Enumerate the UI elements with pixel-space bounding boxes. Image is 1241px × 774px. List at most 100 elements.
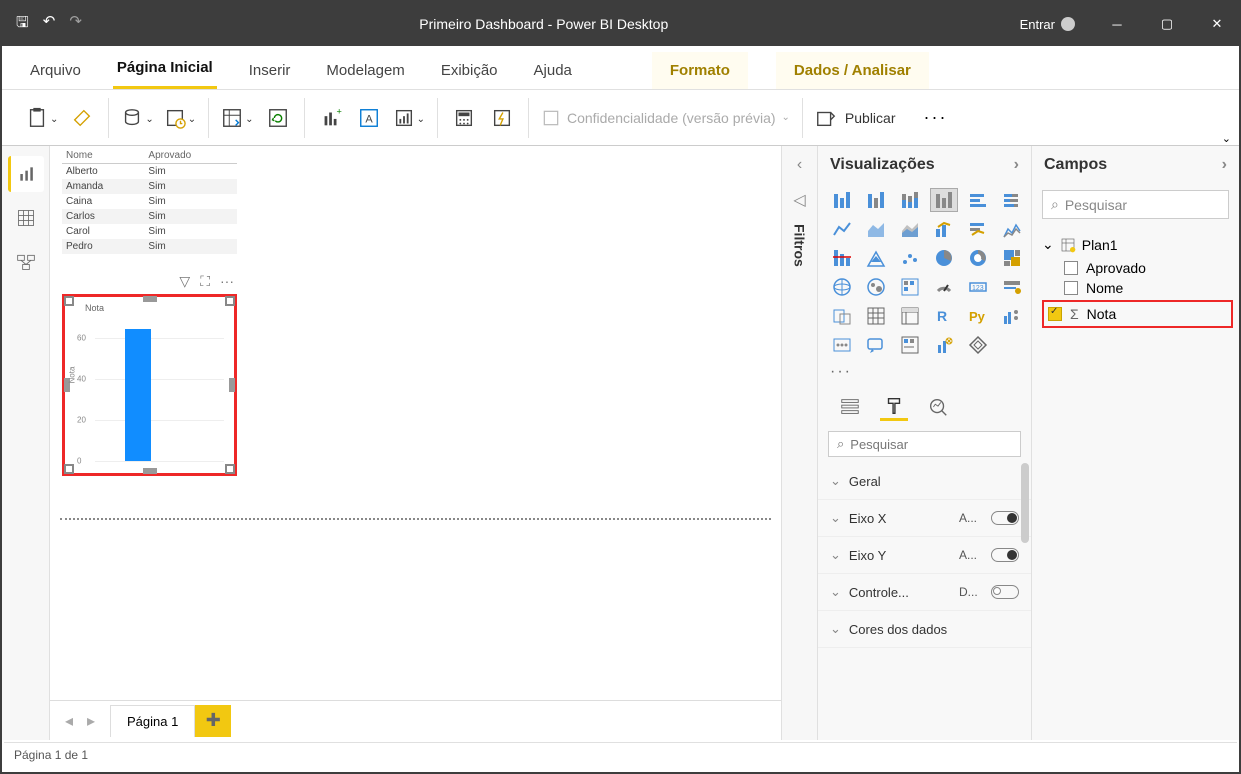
more-options-icon[interactable]: ··· bbox=[220, 273, 234, 290]
tab-ajuda[interactable]: Ajuda bbox=[530, 52, 576, 89]
report-view-button[interactable] bbox=[8, 156, 44, 192]
table-row[interactable]: PedroSim bbox=[62, 239, 237, 254]
viz-type-27[interactable]: R bbox=[930, 304, 958, 328]
format-group-eixo-y[interactable]: ⌄Eixo YA... bbox=[818, 537, 1031, 574]
viz-type-21[interactable] bbox=[930, 275, 958, 299]
fields-search-input[interactable]: ⌕ Pesquisar bbox=[1042, 190, 1229, 219]
viz-type-11[interactable] bbox=[998, 217, 1026, 241]
redo-icon[interactable]: ↷ bbox=[69, 12, 82, 37]
chart-bar[interactable] bbox=[125, 329, 151, 461]
new-measure-button[interactable] bbox=[450, 100, 478, 136]
page-prev-button[interactable]: ◂ bbox=[58, 711, 80, 731]
field-nota[interactable]: ΣNota bbox=[1042, 300, 1233, 328]
field-nome[interactable]: Nome bbox=[1042, 280, 1229, 296]
table-row[interactable]: CarlosSim bbox=[62, 209, 237, 224]
table-row[interactable]: AlbertoSim bbox=[62, 164, 237, 180]
text-box-button[interactable]: A bbox=[355, 100, 383, 136]
undo-icon[interactable]: ↶ bbox=[43, 12, 56, 37]
tab-formato[interactable]: Formato bbox=[652, 52, 748, 89]
tab-inserir[interactable]: Inserir bbox=[245, 52, 295, 89]
viz-type-4[interactable] bbox=[964, 188, 992, 212]
quick-measure-button[interactable] bbox=[488, 100, 516, 136]
filter-icon[interactable]: ▽ bbox=[179, 273, 190, 290]
viz-type-10[interactable] bbox=[964, 217, 992, 241]
viz-type-1[interactable] bbox=[862, 188, 890, 212]
table-visual[interactable]: Nome Aprovado AlbertoSimAmandaSimCainaSi… bbox=[62, 148, 237, 254]
format-group-geral[interactable]: ⌄Geral bbox=[818, 463, 1031, 500]
viz-type-7[interactable] bbox=[862, 217, 890, 241]
viz-type-26[interactable] bbox=[896, 304, 924, 328]
analytics-tab[interactable] bbox=[924, 393, 952, 421]
viz-type-28[interactable]: Py bbox=[964, 304, 992, 328]
focus-mode-icon[interactable]: ⛶ bbox=[200, 273, 210, 290]
viz-type-17[interactable] bbox=[998, 246, 1026, 270]
viz-type-5[interactable] bbox=[998, 188, 1026, 212]
viz-type-33[interactable] bbox=[930, 333, 958, 357]
format-group-eixo-x[interactable]: ⌄Eixo XA... bbox=[818, 500, 1031, 537]
save-icon[interactable]: 🖫 bbox=[16, 12, 29, 37]
toolbar-expand-button[interactable]: ⌄ bbox=[1222, 132, 1231, 145]
toggle[interactable] bbox=[991, 548, 1019, 562]
viz-type-2[interactable] bbox=[896, 188, 924, 212]
viz-type-29[interactable] bbox=[998, 304, 1026, 328]
scrollbar[interactable] bbox=[1021, 463, 1029, 740]
viz-type-3[interactable] bbox=[930, 188, 958, 212]
checkbox[interactable] bbox=[1064, 261, 1078, 275]
viz-type-31[interactable] bbox=[862, 333, 890, 357]
model-view-button[interactable] bbox=[8, 244, 44, 280]
minimize-button[interactable]: ─ bbox=[1095, 2, 1139, 46]
paste-button[interactable] bbox=[26, 100, 58, 136]
report-canvas[interactable]: Nome Aprovado AlbertoSimAmandaSimCainaSi… bbox=[50, 146, 781, 740]
table-row[interactable]: CarolSim bbox=[62, 224, 237, 239]
format-group-controle-[interactable]: ⌄Controle...D... bbox=[818, 574, 1031, 611]
refresh-button[interactable] bbox=[264, 100, 292, 136]
toolbar-overflow-button[interactable]: ··· bbox=[908, 107, 964, 128]
viz-type-0[interactable] bbox=[828, 188, 856, 212]
viz-type-19[interactable] bbox=[862, 275, 890, 299]
page-next-button[interactable]: ▸ bbox=[80, 711, 102, 731]
viz-type-13[interactable] bbox=[862, 246, 890, 270]
tab-dados-analisar[interactable]: Dados / Analisar bbox=[776, 52, 929, 89]
viz-type-15[interactable] bbox=[930, 246, 958, 270]
tab-exibicao[interactable]: Exibição bbox=[437, 52, 502, 89]
viz-type-6[interactable] bbox=[828, 217, 856, 241]
viz-type-12[interactable] bbox=[828, 246, 856, 270]
viz-type-25[interactable] bbox=[862, 304, 890, 328]
viz-type-20[interactable] bbox=[896, 275, 924, 299]
collapse-fields-button[interactable]: › bbox=[1222, 156, 1227, 174]
checkbox[interactable] bbox=[1064, 281, 1078, 295]
maximize-button[interactable]: ▢ bbox=[1145, 2, 1189, 46]
tab-arquivo[interactable]: Arquivo bbox=[26, 52, 85, 89]
format-search-input[interactable]: ⌕ Pesquisar bbox=[828, 431, 1021, 457]
get-data-button[interactable] bbox=[121, 100, 153, 136]
viz-type-14[interactable] bbox=[896, 246, 924, 270]
viz-type-34[interactable] bbox=[964, 333, 992, 357]
toggle[interactable] bbox=[991, 511, 1019, 525]
publish-button[interactable]: Publicar bbox=[815, 107, 896, 129]
format-painter-button[interactable] bbox=[68, 100, 96, 136]
viz-type-18[interactable] bbox=[828, 275, 856, 299]
fields-tab[interactable] bbox=[836, 393, 864, 421]
field-aprovado[interactable]: Aprovado bbox=[1042, 260, 1229, 276]
table-row[interactable]: AmandaSim bbox=[62, 179, 237, 194]
page-tab[interactable]: Página 1 bbox=[110, 705, 195, 737]
new-visual-button[interactable]: + bbox=[317, 100, 345, 136]
viz-type-32[interactable] bbox=[896, 333, 924, 357]
viz-type-8[interactable] bbox=[896, 217, 924, 241]
viz-type-30[interactable] bbox=[828, 333, 856, 357]
viz-type-16[interactable] bbox=[964, 246, 992, 270]
fields-table-node[interactable]: ⌄ Plan1 bbox=[1042, 233, 1229, 256]
tab-modelagem[interactable]: Modelagem bbox=[322, 52, 408, 89]
format-group-cores-dos-dados[interactable]: ⌄Cores dos dados bbox=[818, 611, 1031, 648]
more-visuals-button[interactable]: ··· bbox=[818, 361, 1031, 383]
viz-type-9[interactable] bbox=[930, 217, 958, 241]
tab-pagina-inicial[interactable]: Página Inicial bbox=[113, 49, 217, 89]
close-button[interactable]: ✕ bbox=[1195, 2, 1239, 46]
more-visuals-button[interactable] bbox=[393, 100, 425, 136]
expand-filters-button[interactable]: ‹ bbox=[782, 146, 817, 184]
signin-button[interactable]: Entrar bbox=[1006, 17, 1089, 32]
add-page-button[interactable]: ✚ bbox=[195, 705, 231, 737]
confidentiality-button[interactable]: Confidencialidade (versão prévia) bbox=[541, 108, 790, 128]
viz-type-24[interactable] bbox=[828, 304, 856, 328]
toggle[interactable] bbox=[991, 585, 1019, 599]
